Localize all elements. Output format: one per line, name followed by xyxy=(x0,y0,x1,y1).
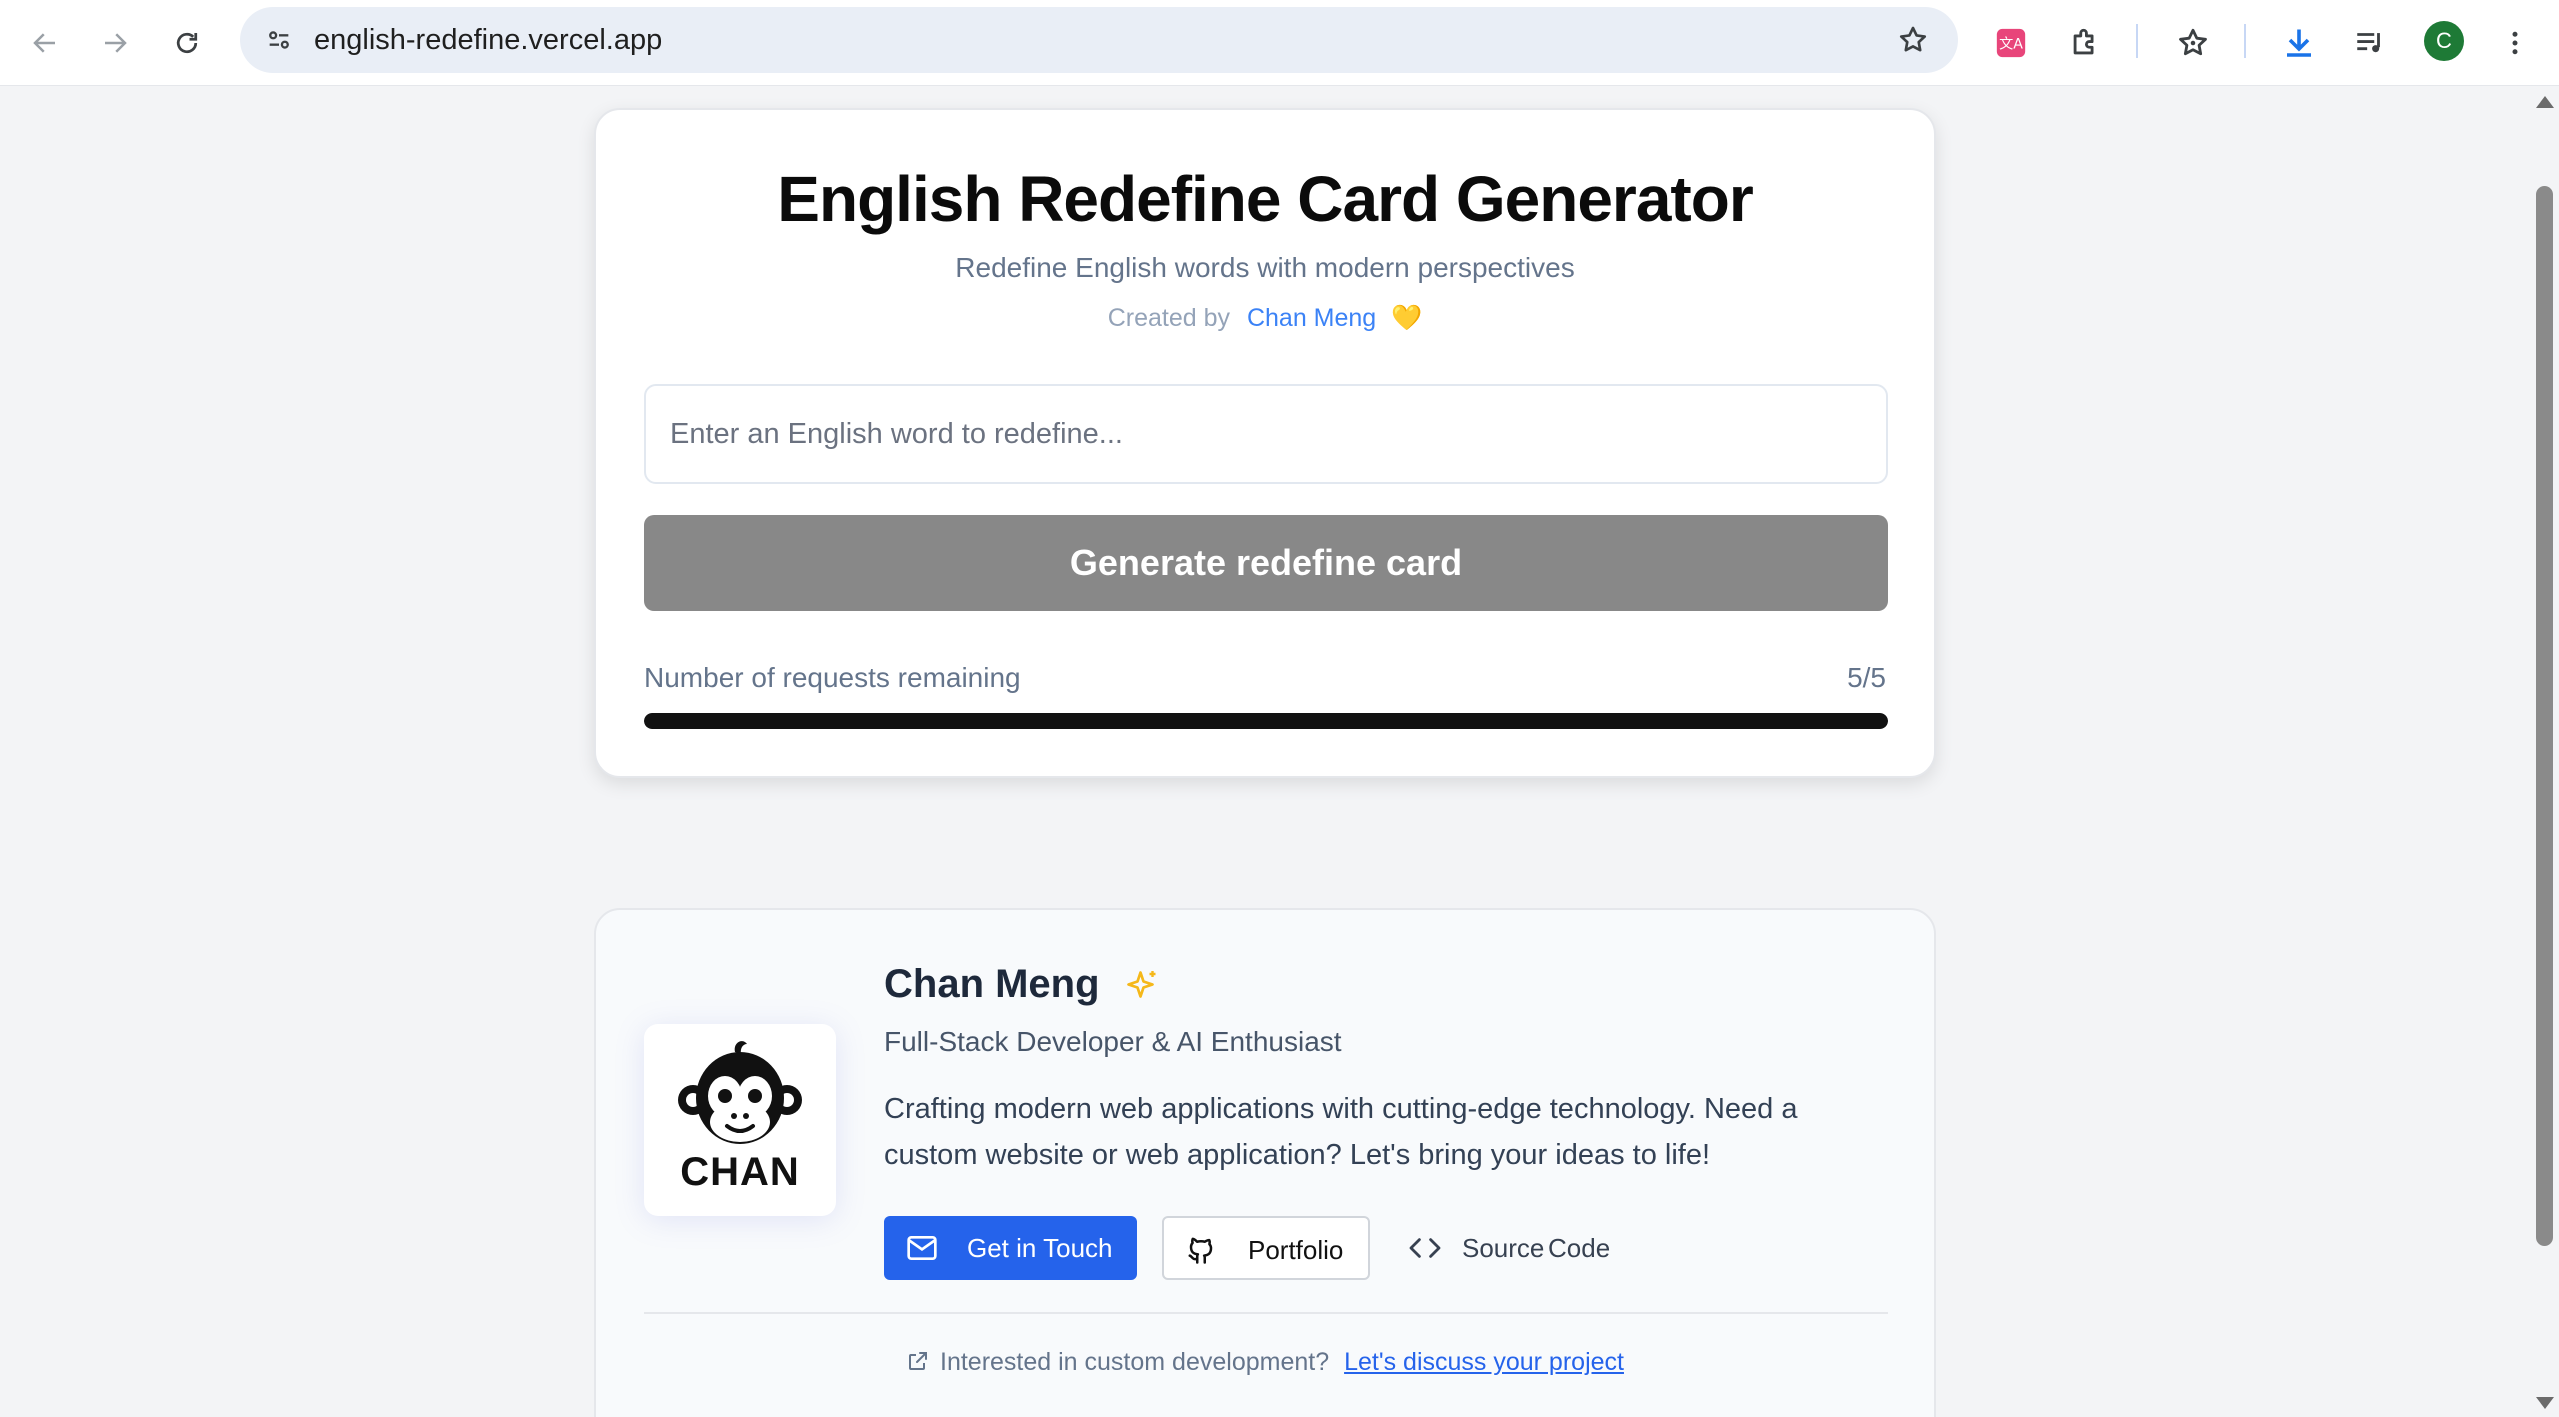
downloads-button[interactable] xyxy=(2274,18,2324,68)
source-code-button[interactable]: Source Code xyxy=(1394,1216,1634,1280)
generator-card: English Redefine Card Generator Redefine… xyxy=(594,108,1936,778)
code-label: Code xyxy=(1548,1233,1611,1263)
bookmark-button[interactable] xyxy=(1888,15,1938,65)
svg-text:文A: 文A xyxy=(1999,37,2023,53)
puzzle-icon xyxy=(2073,28,2094,55)
requests-progress-bar xyxy=(644,713,1888,729)
profile-name: Chan Meng xyxy=(884,962,1100,1006)
requests-remaining-count: 5/5 xyxy=(1847,662,1886,693)
cta-text: Interested in custom development? xyxy=(940,1348,1330,1376)
star-list-icon xyxy=(2179,28,2207,56)
chan-logo: CHAN xyxy=(644,1024,836,1216)
generate-button[interactable]: Generate redefine card xyxy=(644,515,1888,611)
requests-remaining-label: Number of requests remaining xyxy=(644,662,1021,693)
browser-menu-button[interactable] xyxy=(2490,18,2540,68)
forward-button[interactable] xyxy=(90,18,140,68)
translate-extension-button[interactable]: 文A xyxy=(1986,18,2036,68)
tune-icon xyxy=(269,31,289,49)
profile-bio-line: custom website or web application? Let's… xyxy=(884,1139,1711,1171)
back-button[interactable] xyxy=(20,18,70,68)
bookmarks-button[interactable] xyxy=(2168,18,2218,68)
more-vert-icon xyxy=(2512,31,2518,55)
created-by-line: Created by Chan Meng 💛 xyxy=(596,304,1934,333)
reload-icon xyxy=(176,32,198,54)
queue-music-icon xyxy=(2357,33,2380,53)
requests-progress-fill xyxy=(644,713,1888,729)
profile-role: Full-Stack Developer & AI Enthusiast xyxy=(884,1026,1342,1057)
author-link[interactable]: Chan Meng xyxy=(1247,304,1376,332)
get-in-touch-label: Get in Touch xyxy=(967,1233,1113,1263)
star-outline-icon xyxy=(1899,26,1927,52)
external-link-icon xyxy=(909,1352,927,1370)
portfolio-button[interactable]: Portfolio xyxy=(1162,1216,1370,1280)
custom-development-cta: Interested in custom development? Let's … xyxy=(596,1348,1934,1377)
logo-wordmark: CHAN xyxy=(680,1150,800,1194)
site-info-button[interactable] xyxy=(254,15,304,65)
mail-icon xyxy=(907,1236,937,1260)
profile-card: CHAN Chan Meng Full-Stack Developer & AI… xyxy=(594,908,1936,1417)
page-subtitle: Redefine English words with modern persp… xyxy=(955,252,1575,283)
browser-toolbar: english-redefine.vercel.app 文A C xyxy=(0,0,2559,86)
download-icon xyxy=(2287,29,2311,57)
arrow-right-icon xyxy=(105,33,127,53)
profile-bio-line: Crafting modern web applications with cu… xyxy=(884,1093,1798,1125)
profile-avatar[interactable]: C xyxy=(2424,21,2464,61)
page-scrollbar[interactable] xyxy=(2530,86,2559,1417)
toolbar-divider xyxy=(2136,24,2138,58)
github-icon xyxy=(1188,1237,1213,1264)
profile-divider xyxy=(644,1312,1888,1314)
scroll-down-arrow-icon[interactable] xyxy=(2536,1397,2554,1409)
heart-icon: 💛 xyxy=(1391,304,1423,332)
discuss-project-link[interactable]: Let's discuss your project xyxy=(1344,1348,1624,1376)
created-by-label: Created by xyxy=(1107,304,1230,332)
scroll-up-arrow-icon[interactable] xyxy=(2536,96,2554,108)
extensions-button[interactable] xyxy=(2060,18,2110,68)
page-title: English Redefine Card Generator xyxy=(777,163,1753,235)
get-in-touch-button[interactable]: Get in Touch xyxy=(884,1216,1137,1280)
scroll-thumb[interactable] xyxy=(2536,186,2553,1246)
reload-button[interactable] xyxy=(162,18,212,68)
portfolio-label: Portfolio xyxy=(1248,1235,1344,1265)
profile-bio: Crafting modern web applications with cu… xyxy=(884,1086,1884,1178)
address-bar[interactable]: english-redefine.vercel.app xyxy=(240,7,1958,73)
toolbar-divider xyxy=(2244,24,2246,58)
media-control-button[interactable] xyxy=(2345,18,2395,68)
translate-icon: 文A xyxy=(1996,28,2026,58)
word-input[interactable] xyxy=(644,384,1888,484)
monkey-icon xyxy=(678,1041,802,1144)
arrow-left-icon xyxy=(33,33,55,53)
sparkle-icon xyxy=(1127,971,1156,998)
url-text[interactable]: english-redefine.vercel.app xyxy=(314,7,662,73)
source-label: Source xyxy=(1462,1233,1545,1263)
code-icon xyxy=(1409,1238,1441,1258)
